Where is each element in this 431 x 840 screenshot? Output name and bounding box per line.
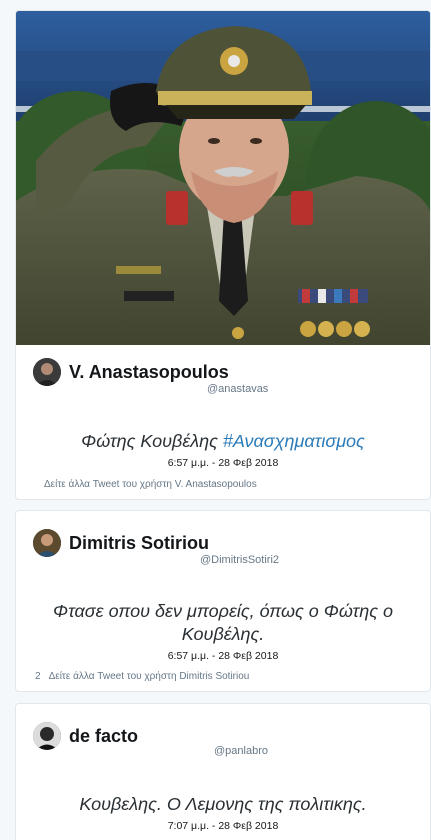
user-handle[interactable]: @DimitrisSotiri2: [200, 554, 279, 566]
tweet-card[interactable]: de facto @panlabro Κουβελης. Ο Λεμονης τ…: [15, 703, 431, 840]
tweet-text: Φτασε οπου δεν μπορείς, όπως ο Φώτης ο Κ…: [16, 600, 430, 646]
tweet-header: Dimitris Sotiriou: [33, 529, 209, 557]
user-avatar-icon[interactable]: [33, 358, 61, 386]
user-handle[interactable]: @panlabro: [214, 745, 268, 757]
tweet-text-line: Κουβέλης.: [181, 624, 265, 644]
like-count[interactable]: 2: [35, 671, 41, 682]
tweet-photo[interactable]: [16, 11, 430, 345]
user-display-name[interactable]: V. Anastasopoulos: [69, 361, 229, 383]
user-display-name[interactable]: de facto: [69, 725, 138, 747]
more-tweets-link[interactable]: Δείτε άλλα Tweet του χρήστη V. Anastasop…: [44, 479, 257, 490]
user-handle[interactable]: @anastavas: [207, 383, 268, 395]
tweet-card[interactable]: V. Anastasopoulos @anastavas Φώτης Κουβέ…: [15, 10, 431, 500]
user-display-name[interactable]: Dimitris Sotiriou: [69, 532, 209, 554]
tweet-card[interactable]: Dimitris Sotiriou @DimitrisSotiri2 Φτασε…: [15, 510, 431, 692]
tweet-timestamp[interactable]: 7:07 μ.μ. - 28 Φεβ 2018: [16, 820, 430, 832]
tweet-text: Κουβελης. Ο Λεμονης της πολιτικης.: [79, 794, 367, 814]
tweet-header: de facto: [33, 722, 138, 750]
user-avatar-icon[interactable]: [33, 529, 61, 557]
user-avatar-icon[interactable]: [33, 722, 61, 750]
military-officer-photo: [16, 11, 430, 345]
tweet-header: V. Anastasopoulos: [33, 358, 229, 386]
hashtag-link[interactable]: #Ανασχηματισμος: [223, 431, 365, 451]
more-tweets-row: 2 Δείτε άλλα Tweet του χρήστη Dimitris So…: [35, 671, 249, 682]
tweet-text: Φώτης Κουβέλης #Ανασχηματισμος: [16, 430, 430, 453]
tweet-feed: V. Anastasopoulos @anastavas Φώτης Κουβέ…: [0, 0, 431, 840]
tweet-timestamp[interactable]: 6:57 μ.μ. - 28 Φεβ 2018: [16, 457, 430, 469]
tweet-text-body: Φώτης Κουβέλης: [81, 431, 223, 451]
tweet-timestamp[interactable]: 6:57 μ.μ. - 28 Φεβ 2018: [16, 650, 430, 662]
more-tweets-link[interactable]: Δείτε άλλα Tweet του χρήστη Dimitris Sot…: [49, 671, 250, 682]
tweet-text-line: Φτασε οπου δεν μπορείς, όπως ο Φώτης ο: [53, 601, 393, 621]
